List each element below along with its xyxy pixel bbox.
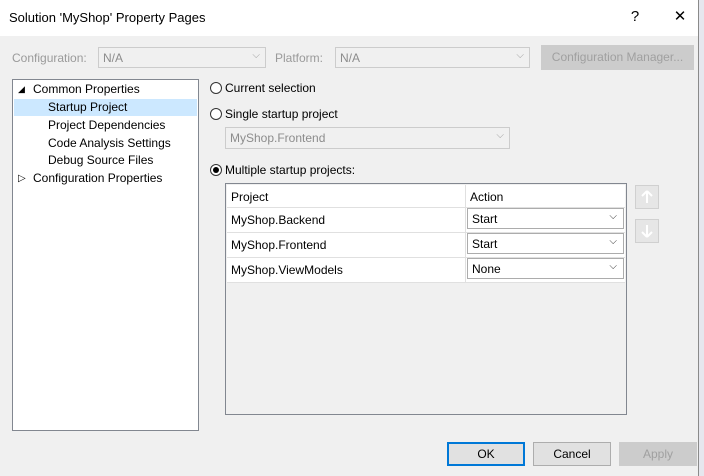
- multiple-startup-label[interactable]: Multiple startup projects:: [225, 163, 355, 177]
- platform-combo[interactable]: N/A ⌵: [335, 47, 530, 68]
- platform-value: N/A: [340, 51, 361, 65]
- tree-item-common-properties[interactable]: Common Properties: [33, 81, 140, 98]
- action-value: None: [472, 262, 501, 276]
- table-row-project[interactable]: MyShop.Frontend: [227, 233, 465, 257]
- table-row-project[interactable]: MyShop.Backend: [227, 208, 465, 232]
- row-divider: [227, 207, 625, 208]
- project-column-header[interactable]: Project: [227, 185, 465, 209]
- table-row-project[interactable]: MyShop.ViewModels: [227, 258, 465, 282]
- expanded-arrow-icon[interactable]: ◢: [18, 81, 25, 98]
- window-title: Solution 'MyShop' Property Pages: [9, 10, 206, 25]
- arrow-up-icon: [641, 190, 653, 203]
- configuration-combo[interactable]: N/A ⌵: [98, 47, 266, 68]
- chevron-down-icon: ⌵: [496, 130, 504, 141]
- startup-projects-grid: Project Action MyShop.Backend Start ⌵ My…: [225, 183, 627, 415]
- chevron-down-icon: ⌵: [516, 50, 524, 61]
- row-divider: [227, 257, 625, 258]
- current-selection-label[interactable]: Current selection: [225, 81, 316, 95]
- apply-button[interactable]: Apply: [619, 442, 697, 466]
- platform-label: Platform:: [275, 51, 324, 65]
- single-startup-value: MyShop.Frontend: [230, 131, 326, 145]
- chevron-down-icon: ⌵: [252, 50, 260, 61]
- single-startup-label[interactable]: Single startup project: [225, 107, 338, 121]
- action-dropdown[interactable]: Start ⌵: [467, 233, 624, 254]
- single-startup-combo[interactable]: MyShop.Frontend ⌵: [225, 127, 510, 149]
- radio-selected-dot: [213, 167, 219, 173]
- row-divider: [227, 232, 625, 233]
- chevron-down-icon: ⌵: [609, 236, 617, 247]
- collapsed-arrow-icon[interactable]: ▷: [18, 170, 26, 187]
- cancel-button[interactable]: Cancel: [533, 442, 611, 466]
- help-button[interactable]: ?: [620, 4, 650, 30]
- property-tree: ◢ Common Properties Startup Project Proj…: [12, 79, 199, 431]
- row-divider: [227, 282, 625, 283]
- chevron-down-icon: ⌵: [609, 261, 617, 272]
- tree-item-project-dependencies[interactable]: Project Dependencies: [48, 117, 165, 134]
- chevron-down-icon: ⌵: [609, 211, 617, 222]
- action-dropdown[interactable]: None ⌵: [467, 258, 624, 279]
- tree-item-configuration-properties[interactable]: Configuration Properties: [33, 170, 162, 187]
- close-button[interactable]: ✕: [665, 4, 695, 30]
- column-divider: [465, 185, 466, 282]
- action-dropdown[interactable]: Start ⌵: [467, 208, 624, 229]
- single-startup-radio[interactable]: [210, 108, 222, 120]
- title-bar: Solution 'MyShop' Property Pages ? ✕: [0, 0, 698, 36]
- action-value: Start: [472, 212, 498, 226]
- action-value: Start: [472, 237, 498, 251]
- current-selection-radio[interactable]: [210, 82, 222, 94]
- move-up-button[interactable]: [635, 185, 659, 209]
- configuration-manager-button[interactable]: Configuration Manager...: [541, 45, 694, 70]
- move-down-button[interactable]: [635, 219, 659, 243]
- configuration-value: N/A: [103, 51, 124, 65]
- configuration-label: Configuration:: [12, 51, 87, 65]
- arrow-down-icon: [641, 225, 653, 238]
- property-pages-dialog: Solution 'MyShop' Property Pages ? ✕ Con…: [0, 0, 699, 476]
- ok-button[interactable]: OK: [447, 442, 525, 466]
- action-column-header[interactable]: Action: [466, 185, 625, 209]
- tree-item-debug-source-files[interactable]: Debug Source Files: [48, 152, 153, 169]
- tree-item-startup-project[interactable]: Startup Project: [48, 99, 127, 116]
- tree-item-code-analysis-settings[interactable]: Code Analysis Settings: [48, 135, 171, 152]
- multiple-startup-radio[interactable]: [210, 164, 222, 176]
